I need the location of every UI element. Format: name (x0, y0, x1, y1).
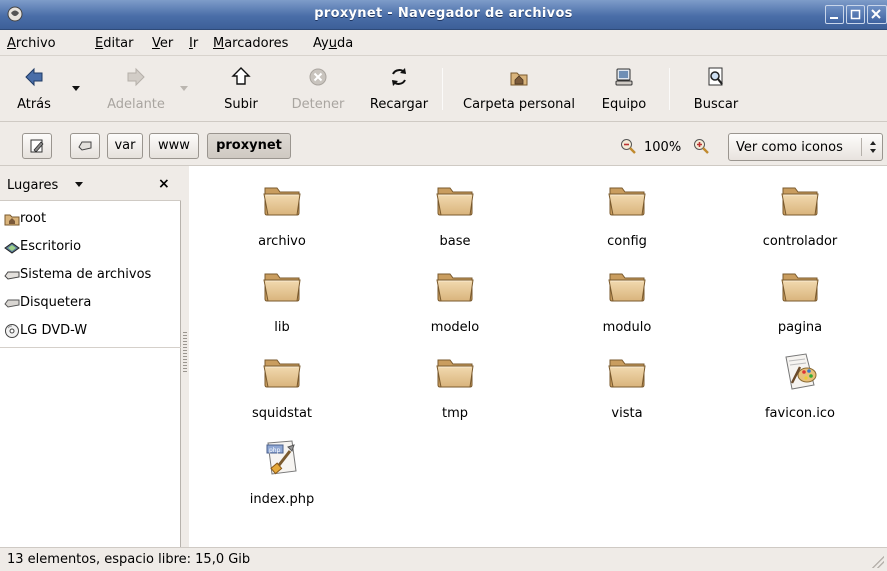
folder-icon (435, 179, 475, 219)
sidebar-places-selector[interactable]: Lugares (7, 178, 58, 193)
arrow-left-icon (25, 67, 43, 87)
toolbar-separator (442, 68, 443, 110)
path-var-button[interactable]: var (107, 133, 143, 159)
folder-icon (262, 351, 302, 391)
sidebar-item-filesystem[interactable]: Sistema de archivos (0, 264, 181, 286)
search-button[interactable]: Buscar (690, 62, 742, 118)
up-button[interactable]: Subir (218, 62, 264, 118)
arrow-up-icon (231, 67, 251, 85)
file-item[interactable]: lib (222, 257, 342, 337)
file-item[interactable]: modelo (395, 257, 515, 337)
sidebar-item-root[interactable]: root (0, 208, 181, 230)
menu-ayuda[interactable]: Ayuda (313, 36, 353, 51)
back-history-dropdown[interactable] (72, 86, 80, 91)
stop-button[interactable]: Detener (287, 62, 349, 118)
back-button[interactable]: Atrás (14, 62, 54, 118)
menu-bar: Archivo Editar Ver Ir Marcadores Ayuda (0, 30, 887, 56)
desktop-icon (4, 242, 20, 254)
minimize-button[interactable] (825, 5, 844, 24)
sidebar-header: Lugares × (0, 166, 181, 201)
sidebar: Lugares × root Escritorio Sistema de arc… (0, 166, 181, 547)
grip-dots (183, 332, 187, 372)
zoom-in-icon[interactable] (693, 138, 709, 154)
image-file-icon (785, 353, 817, 390)
file-item[interactable]: config (567, 171, 687, 251)
menu-ver[interactable]: Ver (152, 36, 173, 51)
path-proxynet-button[interactable]: proxynet (207, 133, 291, 159)
cdrom-icon (5, 324, 19, 338)
file-item[interactable]: base (395, 171, 515, 251)
file-icon-view[interactable]: archivo base config controlador lib mode… (189, 166, 887, 547)
path-www-button[interactable]: www (149, 133, 199, 159)
folder-icon (780, 265, 820, 305)
maximize-button[interactable] (846, 5, 865, 24)
computer-button[interactable]: Equipo (596, 62, 652, 118)
sidebar-separator (0, 347, 181, 348)
drive-icon (4, 271, 20, 280)
toolbar: Atrás Adelante Subir Detener Recargar Ca… (0, 56, 887, 122)
menu-archivo[interactable]: Archivo (7, 36, 56, 51)
status-text: 13 elementos, espacio libre: 15,0 Gib (7, 552, 251, 567)
folder-icon (607, 179, 647, 219)
pane-resize-handle[interactable] (181, 166, 189, 547)
menu-marcadores[interactable]: Marcadores (213, 36, 288, 51)
stop-icon (309, 68, 327, 86)
home-folder-icon (4, 214, 20, 226)
file-item[interactable]: php index.php (222, 429, 342, 509)
reload-icon (392, 68, 406, 86)
path-root-button[interactable] (70, 133, 100, 159)
forward-button[interactable]: Adelante (98, 62, 174, 118)
zoom-level[interactable]: 100% (644, 140, 681, 155)
file-item[interactable]: archivo (222, 171, 342, 251)
drive-icon (78, 141, 92, 151)
status-bar: 13 elementos, espacio libre: 15,0 Gib (0, 547, 887, 571)
close-icon (871, 9, 881, 19)
folder-icon (780, 179, 820, 219)
forward-history-dropdown[interactable] (180, 86, 188, 91)
sidebar-item-desktop[interactable]: Escritorio (0, 236, 181, 258)
folder-icon (435, 351, 475, 391)
minimize-icon (830, 17, 838, 19)
file-item[interactable]: tmp (395, 343, 515, 423)
file-item[interactable]: modulo (567, 257, 687, 337)
file-item[interactable]: squidstat (222, 343, 342, 423)
menu-editar[interactable]: Editar (95, 36, 134, 51)
sidebar-item-dvd[interactable]: LG DVD-W (0, 320, 181, 342)
floppy-icon (4, 299, 20, 308)
close-sidebar-button[interactable]: × (158, 176, 170, 192)
folder-icon (435, 265, 475, 305)
select-divider (861, 138, 862, 156)
close-window-button[interactable] (867, 5, 887, 24)
home-button[interactable]: Carpeta personal (454, 62, 584, 118)
resize-grip[interactable] (872, 556, 884, 568)
search-icon (708, 67, 723, 86)
folder-icon (262, 265, 302, 305)
file-item[interactable]: controlador (740, 171, 860, 251)
arrow-right-icon (127, 67, 145, 87)
toggle-location-entry-button[interactable] (22, 133, 52, 159)
view-mode-select[interactable]: Ver como iconos (728, 133, 883, 161)
chevron-down-icon[interactable] (75, 182, 83, 187)
toolbar-separator (669, 68, 670, 110)
window-title: proxynet - Navegador de archivos (314, 6, 573, 21)
folder-icon (607, 351, 647, 391)
location-bar: var www proxynet 100% Ver como iconos (0, 122, 887, 166)
edit-path-icon (30, 139, 44, 153)
zoom-out-icon[interactable] (620, 138, 636, 154)
home-folder-icon (510, 72, 528, 86)
sidebar-item-floppy[interactable]: Disquetera (0, 292, 181, 314)
title-bar: proxynet - Navegador de archivos (0, 0, 887, 30)
maximize-icon (850, 9, 861, 20)
file-item[interactable]: vista (567, 343, 687, 423)
folder-icon (607, 265, 647, 305)
folder-icon (262, 179, 302, 219)
reload-button[interactable]: Recargar (364, 62, 434, 118)
menu-ir[interactable]: Ir (189, 36, 198, 51)
php-file-icon: php (266, 440, 297, 475)
file-item[interactable]: pagina (740, 257, 860, 337)
computer-icon (615, 68, 633, 86)
chevron-updown-icon (870, 141, 876, 153)
file-item[interactable]: favicon.ico (740, 343, 860, 423)
svg-text:php: php (269, 447, 281, 454)
